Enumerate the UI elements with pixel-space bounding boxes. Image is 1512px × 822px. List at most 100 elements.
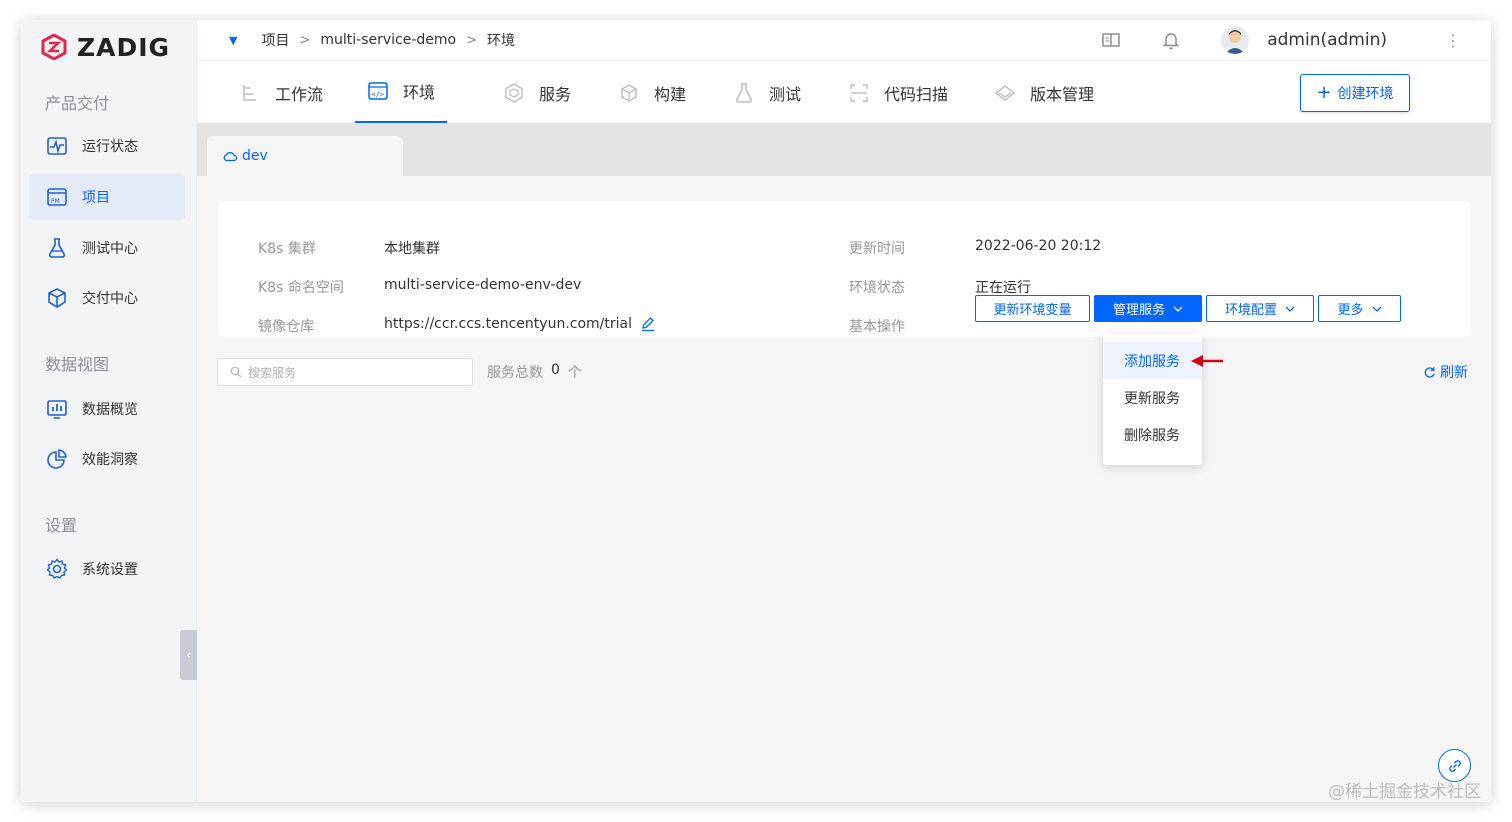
username[interactable]: admin(admin) [1267,30,1387,50]
env-tab-dev[interactable]: dev [207,136,403,176]
env-status-value: 正在运行 [975,280,1031,296]
chart-board-icon [47,400,67,419]
refresh-icon [1424,366,1435,378]
sidebar-item-runtime-status[interactable]: 运行状态 [29,123,185,169]
sidebar-item-system-settings[interactable]: 系统设置 [29,546,185,592]
tab-label: 代码扫描 [884,84,949,104]
refresh-button[interactable]: 刷新 [1423,362,1468,382]
menu-item-add-service[interactable]: 添加服务 [1103,342,1202,379]
section-title-settings: 设置 [45,516,78,535]
sidebar-item-test-center[interactable]: 测试中心 [29,225,185,271]
logo[interactable]: ZADIG [41,32,170,62]
sidebar-item-label: 交付中心 [82,291,138,307]
tab-services[interactable]: 服务 [503,61,571,124]
sidebar-item-project[interactable]: PM 项目 [29,174,185,220]
project-pm-icon: PM [47,188,67,206]
search-icon [230,366,242,378]
sidebar-item-data-overview[interactable]: 数据概览 [29,386,185,432]
code-icon: </> [368,82,388,100]
sidebar-item-label: 数据概览 [82,402,138,418]
updated-time-value: 2022-06-20 20:12 [975,238,1102,254]
updated-time-label: 更新时间 [849,241,905,257]
menu-item-delete-service[interactable]: 删除服务 [1103,416,1202,453]
more-label: 更多 [1337,303,1364,318]
beaker-icon [736,82,752,103]
book-icon[interactable] [1101,30,1121,50]
top-bar: ▼ 项目 > multi-service-demo > 环境 admin(adm… [197,20,1491,60]
breadcrumb: ▼ 项目 > multi-service-demo > 环境 [229,20,515,60]
env-status-label: 环境状态 [849,280,905,296]
sidebar-item-label: 项目 [82,190,110,206]
section-title-data-view: 数据视图 [45,355,110,374]
gear-icon [46,558,68,579]
tab-versions[interactable]: 版本管理 [994,61,1094,124]
environment-info-card: K8s 集群 本地集群 K8s 命名空间 multi-service-demo-… [218,201,1471,337]
zadig-logo-icon [41,34,67,60]
breadcrumb-item-project[interactable]: multi-service-demo [320,32,456,48]
tab-label: 服务 [539,84,572,104]
breadcrumb-item-env: 环境 [487,33,516,49]
section-title-delivery: 产品交付 [45,94,110,113]
service-search-input[interactable]: 搜索服务 [217,358,473,386]
create-environment-button[interactable]: + 创建环境 [1300,74,1410,112]
sidebar-item-insights[interactable]: 效能洞察 [29,436,185,482]
registry-url: https://ccr.ccs.tencentyun.com/trial [384,316,632,332]
breadcrumb-separator: > [466,32,478,48]
tab-environment[interactable]: </> 环境 [355,61,448,124]
registry-label: 镜像仓库 [258,319,314,335]
breadcrumb-item-projects[interactable]: 项目 [261,30,289,50]
chevron-left-icon: ‹ [186,648,191,662]
package-icon [48,288,66,308]
tab-label: 构建 [654,84,687,104]
update-env-vars-label: 更新环境变量 [993,303,1072,318]
diamond-icon [994,84,1016,101]
header-actions: admin(admin) ⋮ [1101,20,1461,60]
basic-ops-label: 基本操作 [849,319,905,335]
app-window: ZADIG 产品交付 运行状态 PM 项目 测试中心 交付中心 数据视图 数据概… [21,20,1491,802]
env-config-button[interactable]: 环境配置 [1206,295,1314,322]
sidebar-item-label: 效能洞察 [82,452,138,468]
env-tab-label: dev [242,148,268,164]
manage-services-menu: 添加服务 更新服务 删除服务 [1103,334,1202,465]
tab-code-scan[interactable]: 代码扫描 [848,61,948,124]
project-tabs: 工作流 </> 环境 服务 构建 测试 代码扫描 版本管理 + 创建环境 [197,60,1491,124]
namespace-value: multi-service-demo-env-dev [384,277,582,293]
more-button[interactable]: 更多 [1318,295,1401,322]
tab-build[interactable]: 构建 [618,61,686,124]
tab-workflow[interactable]: 工作流 [239,61,323,124]
svg-text:</>: </> [372,91,385,99]
workflow-icon [243,84,256,101]
service-count-label: 服务总数 [487,365,543,381]
update-env-vars-button[interactable]: 更新环境变量 [975,295,1090,322]
tab-label: 工作流 [275,84,324,104]
search-placeholder: 搜索服务 [248,365,297,380]
environment-tab-strip: dev [197,123,1491,176]
service-count: 服务总数 0 个 [487,362,582,382]
caret-down-icon[interactable]: ▼ [229,34,237,47]
breadcrumb-separator: > [299,32,311,48]
manage-services-button[interactable]: 管理服务 [1094,295,1202,322]
link-icon [1448,759,1461,772]
svg-text:PM: PM [51,198,60,205]
basic-ops: 更新环境变量 管理服务 环境配置 更多 [975,295,1401,322]
sidebar-item-label: 测试中心 [82,241,138,257]
menu-item-update-service[interactable]: 更新服务 [1103,379,1202,416]
sidebar-item-label: 系统设置 [82,562,138,578]
edit-icon[interactable] [640,316,656,332]
namespace-label: K8s 命名空间 [258,280,344,296]
tab-test[interactable]: 测试 [733,61,801,124]
more-vertical-icon[interactable]: ⋮ [1445,31,1461,50]
sidebar-collapse-handle[interactable]: ‹ [180,630,197,680]
service-count-unit: 个 [567,365,582,381]
tab-label: 版本管理 [1030,84,1095,104]
annotation-arrow-icon [1191,355,1223,367]
flask-icon [48,238,66,258]
service-count-value: 0 [551,362,560,378]
scan-icon [850,83,868,102]
bell-icon[interactable] [1161,30,1181,50]
logo-text: ZADIG [77,32,171,62]
avatar[interactable] [1221,26,1250,54]
pie-chart-icon [47,449,67,469]
cluster-label: K8s 集群 [258,241,316,257]
sidebar-item-delivery-center[interactable]: 交付中心 [29,275,185,321]
